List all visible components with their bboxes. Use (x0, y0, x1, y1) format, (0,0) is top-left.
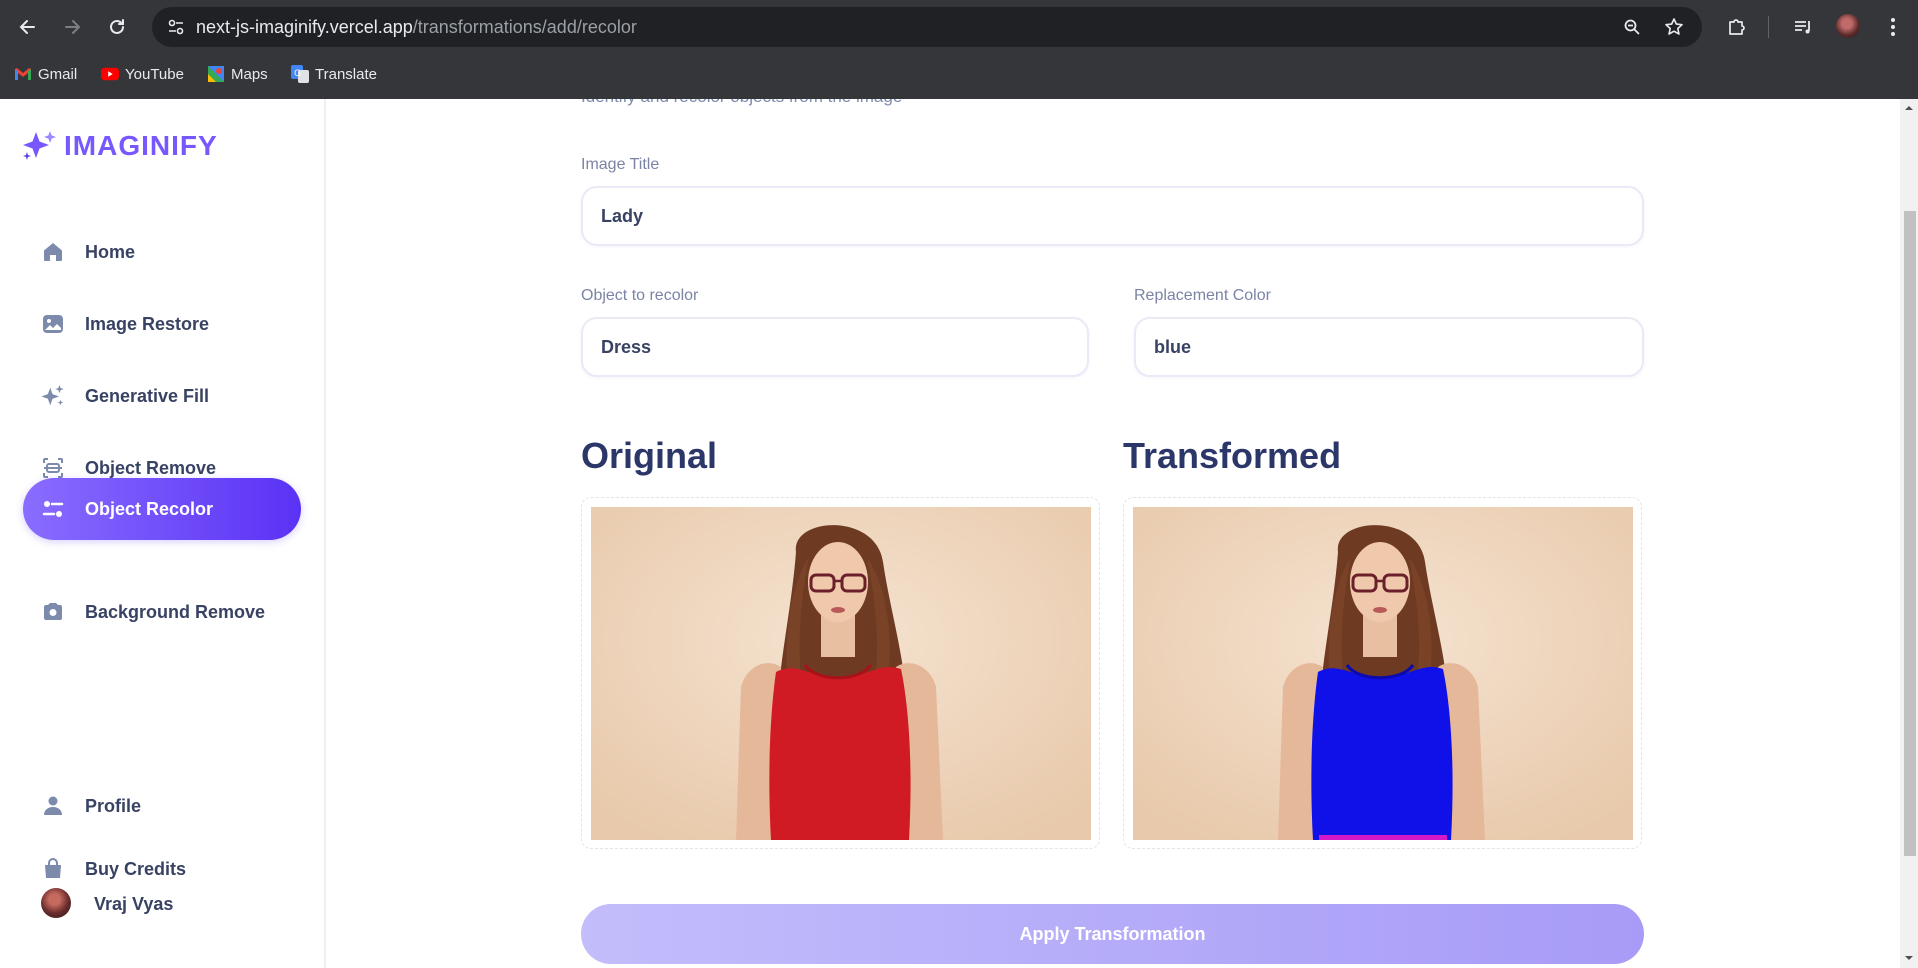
avatar[interactable] (41, 888, 71, 918)
sidebar-item-label: Generative Fill (85, 386, 210, 406)
transformed-image-container[interactable] (1123, 497, 1642, 849)
youtube-icon (101, 65, 119, 83)
user-name: Vraj Vyas (94, 894, 174, 914)
original-image (591, 507, 1091, 840)
sidebar-item-label: Home (85, 242, 136, 262)
forward-arrow-icon (65, 20, 81, 34)
site-info-icon[interactable] (164, 15, 188, 39)
sidebar-item-label: Image Restore (85, 314, 210, 334)
home-icon (41, 240, 65, 264)
bookmark-star-icon[interactable] (1662, 15, 1686, 39)
forward-button[interactable] (56, 11, 88, 43)
bookmark-translate[interactable]: G Translate (291, 63, 377, 85)
camera-icon (41, 600, 65, 624)
page-subtitle: Identify and recolor objects from the im… (581, 99, 902, 107)
maps-icon (207, 65, 225, 83)
bookmark-gmail[interactable]: Gmail (14, 63, 77, 85)
gmail-icon (14, 65, 32, 83)
reload-button[interactable] (101, 11, 133, 43)
translate-icon: G (291, 65, 309, 83)
url-text: next-js-imaginify.vercel.app/transformat… (196, 17, 637, 37)
replacement-color-field[interactable]: blue (1134, 317, 1644, 377)
scan-icon (41, 456, 65, 480)
address-bar[interactable]: next-js-imaginify.vercel.app/transformat… (152, 7, 1702, 47)
bag-icon (41, 857, 65, 881)
image-title-field[interactable]: Lady (581, 186, 1644, 246)
scroll-up-arrow-icon (1905, 106, 1913, 110)
sidebar-item-image-restore[interactable]: Image Restore (23, 293, 301, 355)
browser-profile-avatar[interactable] (1836, 14, 1860, 38)
sidebar-item-home[interactable]: Home (23, 221, 301, 283)
replacement-color-label: Replacement Color (1134, 287, 1271, 304)
original-image-container[interactable] (581, 497, 1100, 849)
original-heading: Original (581, 435, 718, 476)
browser-menu-icon[interactable] (1878, 12, 1908, 42)
sidebar-item-label: Background Remove (85, 602, 266, 622)
sidebar-item-profile[interactable]: Profile (23, 775, 301, 837)
bookmark-youtube[interactable]: YouTube (101, 63, 184, 85)
apply-transformation-button[interactable]: Apply Transformation (581, 904, 1644, 964)
sidebar-item-generative-fill[interactable]: Generative Fill (23, 365, 301, 427)
scroll-thumb[interactable] (1904, 211, 1916, 856)
image-title-label: Image Title (581, 156, 660, 173)
extensions-icon[interactable] (1722, 12, 1752, 42)
logo-sparkle-icon (23, 131, 56, 160)
sidebar-item-object-recolor[interactable]: Object Recolor (23, 478, 301, 540)
profile-icon (41, 794, 65, 818)
sidebar-item-label: Profile (85, 796, 142, 816)
stars-icon (41, 384, 65, 408)
sidebar-item-label: Object Remove (85, 458, 217, 478)
page: IMAGINIFY Home Image Restore Generative … (0, 99, 1918, 968)
back-arrow-icon (19, 20, 35, 34)
browser-chrome: next-js-imaginify.vercel.app/transformat… (0, 0, 1918, 99)
logo-text: IMAGINIFY (64, 130, 218, 161)
svg-text:G: G (294, 69, 301, 79)
sidebar: IMAGINIFY Home Image Restore Generative … (0, 99, 326, 968)
transformed-heading: Transformed (1123, 435, 1342, 476)
media-control-icon[interactable] (1788, 12, 1818, 42)
reload-icon (110, 19, 124, 34)
transformed-image (1133, 507, 1633, 840)
sidebar-item-background-remove[interactable]: Background Remove (23, 581, 301, 643)
scroll-down-arrow-icon (1905, 956, 1913, 960)
toolbar-separator (1768, 16, 1769, 38)
logo[interactable]: IMAGINIFY (22, 130, 218, 162)
image-icon (41, 312, 65, 336)
bookmark-maps[interactable]: Maps (207, 63, 268, 85)
zoom-icon[interactable] (1620, 15, 1644, 39)
sidebar-item-label: Buy Credits (85, 859, 187, 879)
object-to-recolor-field[interactable]: Dress (581, 317, 1089, 377)
scrollbar[interactable] (1900, 99, 1918, 968)
filter-icon (41, 497, 65, 521)
object-to-recolor-label: Object to recolor (581, 287, 699, 304)
sidebar-item-label: Object Recolor (85, 499, 214, 519)
back-button[interactable] (12, 11, 44, 43)
